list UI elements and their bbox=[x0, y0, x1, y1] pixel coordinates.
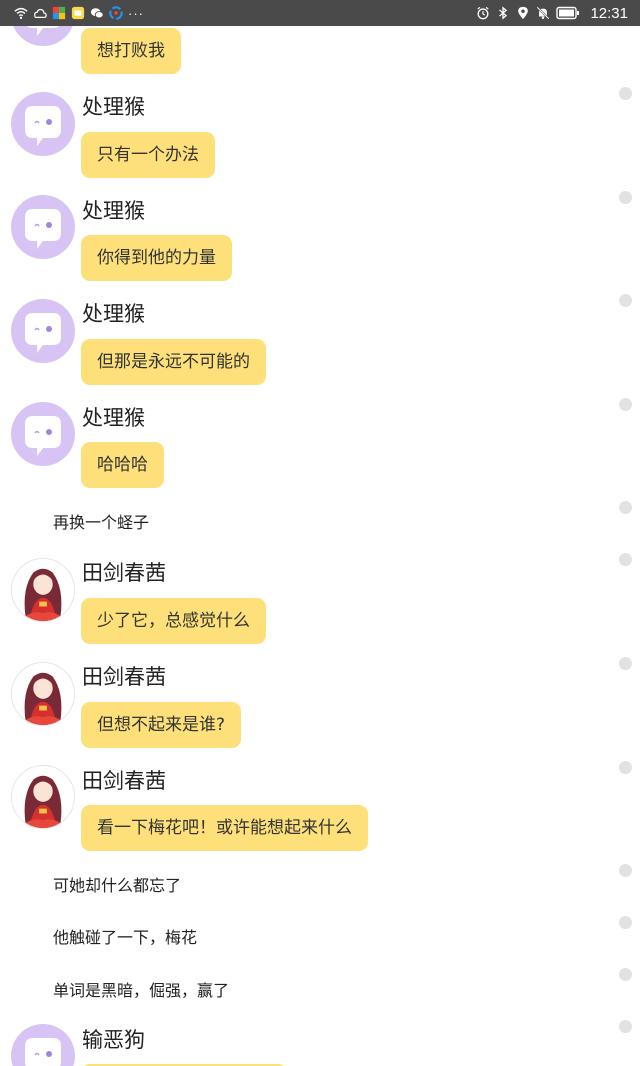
cloud-icon bbox=[34, 8, 47, 18]
sender-name: 田剑春茜 bbox=[82, 665, 166, 689]
message-bubble[interactable]: 想打败我 bbox=[81, 28, 181, 74]
message-bubble[interactable]: 你得到他的力量 bbox=[81, 235, 232, 281]
message-bubble[interactable]: 但想不起来是谁? bbox=[81, 702, 242, 748]
sender-name: 田剑春茜 bbox=[82, 561, 166, 585]
overflow-dots: ··· bbox=[128, 5, 144, 21]
read-indicator-dot bbox=[619, 398, 632, 411]
location-icon bbox=[518, 6, 529, 20]
read-indicator-dot bbox=[619, 916, 632, 929]
read-indicator-dot bbox=[619, 294, 632, 307]
purple-chat-avatar[interactable] bbox=[11, 1024, 75, 1066]
narration-text: 他触碰了一下，梅花 bbox=[53, 928, 198, 947]
battery-icon bbox=[556, 6, 580, 20]
read-indicator-dot bbox=[619, 864, 632, 877]
status-bar-right: 12:31 bbox=[476, 3, 628, 23]
read-indicator-dot bbox=[619, 87, 632, 100]
mute-bell-icon bbox=[537, 6, 550, 20]
browser-icon bbox=[109, 6, 123, 20]
anime-girl-avatar[interactable] bbox=[11, 662, 75, 726]
read-indicator-dot bbox=[619, 553, 632, 566]
sender-name: 输恶狗 bbox=[82, 1028, 145, 1052]
wechat-icon bbox=[90, 8, 104, 19]
clock: 12:31 bbox=[590, 4, 628, 22]
message-bubble[interactable]: 看一下梅花吧！或许能想起来什么 bbox=[81, 805, 368, 851]
read-indicator-dot bbox=[619, 191, 632, 204]
status-bar: ··· 12:31 bbox=[0, 0, 640, 26]
message-bubble[interactable]: 哈哈哈 bbox=[81, 442, 164, 488]
message-bubble[interactable]: 少了它，总感觉什么 bbox=[81, 598, 266, 644]
sender-name: 处理猴 bbox=[82, 199, 145, 223]
message-bubble[interactable]: 但那是永远不可能的 bbox=[81, 339, 266, 385]
purple-chat-avatar[interactable] bbox=[11, 26, 75, 46]
status-bar-left: ··· bbox=[14, 3, 144, 23]
purple-chat-avatar[interactable] bbox=[11, 299, 75, 363]
read-indicator-dot bbox=[619, 968, 632, 981]
wifi-icon bbox=[14, 7, 28, 19]
read-indicator-dot bbox=[619, 657, 632, 670]
chat-list[interactable]: 想打败我 处理猴 只有一个办法 处理猴 你得到他的力量 处理猴 但那是永远不可能… bbox=[0, 26, 640, 1066]
message-bubble[interactable]: 只有一个办法 bbox=[81, 132, 215, 178]
purple-chat-avatar[interactable] bbox=[11, 92, 75, 156]
narration-text: 单词是黑暗，倔强，赢了 bbox=[53, 981, 230, 1000]
sender-name: 处理猴 bbox=[82, 406, 145, 430]
read-indicator-dot bbox=[619, 761, 632, 774]
sender-name: 田剑春茜 bbox=[82, 769, 166, 793]
narration-text: 再换一个蛏子 bbox=[53, 513, 150, 532]
purple-chat-avatar[interactable] bbox=[11, 195, 75, 259]
alarm-icon bbox=[477, 6, 490, 20]
bluetooth-icon bbox=[499, 6, 508, 20]
sender-name: 处理猴 bbox=[82, 302, 145, 326]
app-yellow-icon bbox=[71, 6, 85, 20]
purple-chat-avatar[interactable] bbox=[11, 402, 75, 466]
anime-girl-avatar[interactable] bbox=[11, 558, 75, 622]
read-indicator-dot bbox=[619, 501, 632, 514]
narration-text: 可她却什么都忘了 bbox=[53, 876, 182, 895]
read-indicator-dot bbox=[619, 1020, 632, 1033]
sender-name: 处理猴 bbox=[82, 95, 145, 119]
app-color-icon bbox=[52, 6, 66, 20]
anime-girl-avatar[interactable] bbox=[11, 765, 75, 829]
